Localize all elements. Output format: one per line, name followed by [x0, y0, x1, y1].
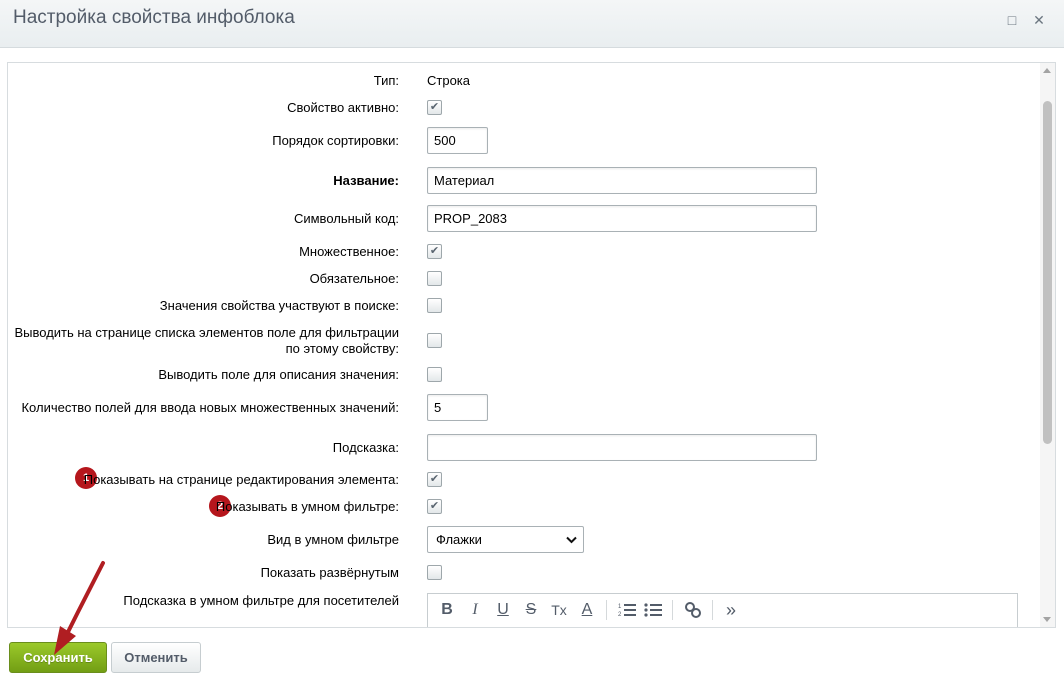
show-smart-checkbox[interactable]: ✔: [427, 499, 442, 514]
smart-view-select[interactable]: Флажки: [427, 526, 584, 553]
form-panel: Тип: Строка Свойство активно: ✔ Порядок …: [7, 62, 1056, 628]
name-input[interactable]: [427, 167, 817, 194]
expanded-label: Показать развёрнутым: [260, 565, 399, 580]
bold-icon[interactable]: B: [438, 598, 456, 622]
multiple-count-label: Количество полей для ввода новых множест…: [21, 400, 399, 415]
close-icon[interactable]: ✕: [1031, 12, 1047, 28]
link-icon[interactable]: [682, 598, 704, 622]
expanded-checkbox[interactable]: [427, 565, 442, 580]
show-edit-checkbox[interactable]: ✔: [427, 472, 442, 487]
toolbar-divider: [606, 600, 607, 620]
scroll-up-icon[interactable]: [1043, 68, 1051, 73]
filter-list-label-line2: по этому свойству:: [285, 341, 399, 356]
multiple-count-input[interactable]: [427, 394, 488, 421]
bullet-list-icon[interactable]: [642, 598, 664, 622]
toolbar-divider: [672, 600, 673, 620]
smart-hint-editor[interactable]: B I U S Tx A 12 »: [427, 593, 1018, 627]
search-checkbox[interactable]: [427, 298, 442, 313]
scroll-down-icon[interactable]: [1043, 617, 1051, 622]
search-label: Значения свойства участвуют в поиске:: [159, 298, 399, 313]
window-titlebar: Настройка свойства инфоблока □ ✕: [0, 0, 1064, 48]
clear-format-icon[interactable]: Tx: [548, 598, 570, 622]
vertical-scrollbar[interactable]: [1040, 63, 1055, 627]
type-label: Тип:: [373, 73, 399, 88]
required-label: Обязательное:: [309, 271, 399, 286]
maximize-icon[interactable]: □: [1004, 12, 1020, 28]
show-edit-label: Показывать на странице редактирования эл…: [83, 472, 399, 487]
hint-input[interactable]: [427, 434, 817, 461]
code-label: Символьный код:: [293, 211, 399, 226]
smart-view-selected: Флажки: [436, 532, 482, 547]
window-title: Настройка свойства инфоблока: [13, 7, 295, 28]
strikethrough-icon[interactable]: S: [522, 598, 540, 622]
underline-icon[interactable]: U: [494, 598, 512, 622]
scroll-thumb[interactable]: [1043, 101, 1052, 444]
description-checkbox[interactable]: [427, 367, 442, 382]
filter-list-checkbox[interactable]: [427, 333, 442, 348]
chevron-down-icon: [566, 533, 577, 547]
active-checkbox[interactable]: ✔: [427, 100, 442, 115]
sort-label: Порядок сортировки:: [272, 133, 399, 148]
hint-label: Подсказка:: [332, 440, 399, 455]
smart-hint-label: Подсказка в умном фильтре для посетителе…: [123, 593, 399, 608]
toolbar-divider: [712, 600, 713, 620]
sort-input[interactable]: [427, 127, 488, 154]
cancel-button[interactable]: Отменить: [111, 642, 201, 673]
code-input[interactable]: [427, 205, 817, 232]
multiple-label: Множественное:: [299, 244, 399, 259]
svg-text:2: 2: [618, 612, 622, 618]
name-label: Название:: [333, 173, 399, 188]
form-content: Тип: Строка Свойство активно: ✔ Порядок …: [8, 63, 1042, 627]
required-checkbox[interactable]: [427, 271, 442, 286]
more-icon[interactable]: »: [720, 598, 742, 622]
active-label: Свойство активно:: [287, 100, 399, 115]
ordered-list-icon[interactable]: 12: [616, 598, 638, 622]
description-label: Выводить поле для описания значения:: [158, 367, 399, 382]
save-button[interactable]: Сохранить: [9, 642, 107, 673]
smart-view-label: Вид в умном фильтре: [267, 532, 399, 547]
filter-list-label-line1: Выводить на странице списка элементов по…: [14, 325, 399, 340]
italic-icon[interactable]: I: [466, 598, 484, 622]
text-color-icon[interactable]: A: [578, 598, 596, 622]
svg-text:1: 1: [618, 604, 622, 610]
multiple-checkbox[interactable]: ✔: [427, 244, 442, 259]
type-value: Строка: [427, 73, 471, 88]
show-smart-label: Показывать в умном фильтре:: [215, 499, 399, 514]
